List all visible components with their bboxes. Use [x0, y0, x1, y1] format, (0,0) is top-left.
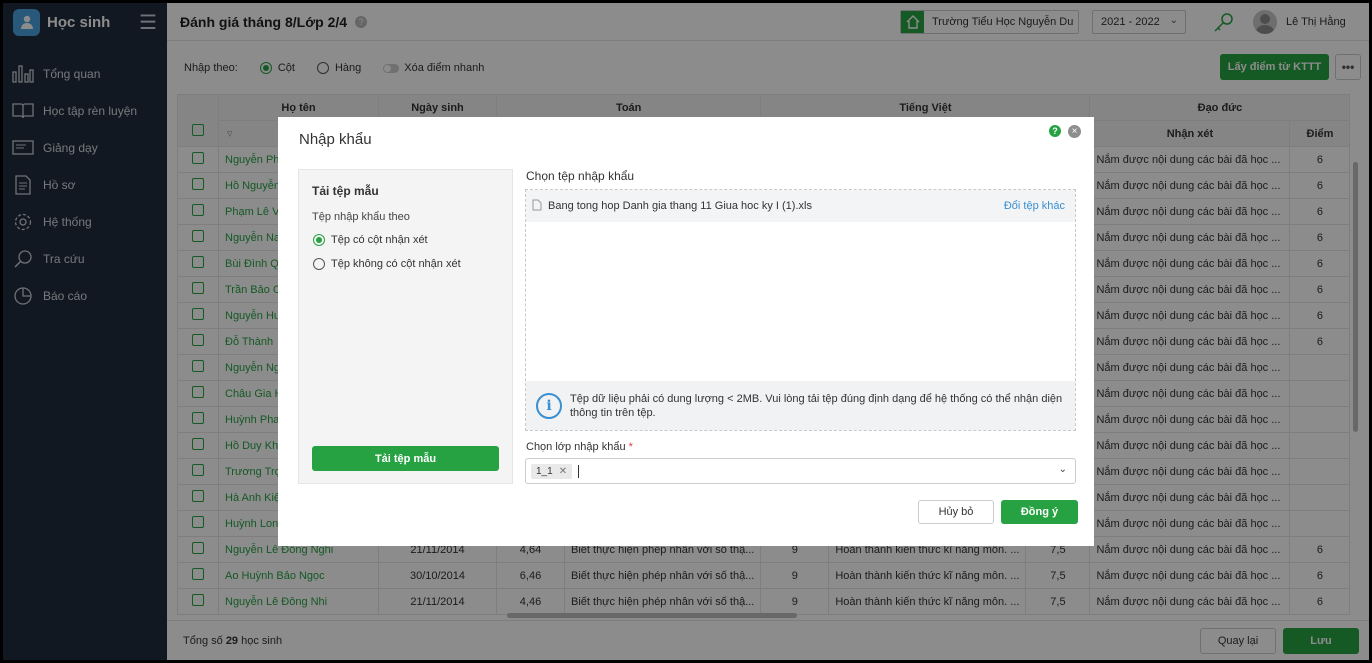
file-info-note: i Tệp dữ liệu phải có dung lượng < 2MB. … [526, 381, 1075, 430]
file-icon [532, 199, 542, 214]
download-template-button[interactable]: Tải tệp mẫu [312, 446, 499, 471]
class-select-label: Chọn lớp nhập khẩu * [526, 441, 633, 453]
remove-tag-icon[interactable]: ✕ [559, 466, 567, 477]
modal-title: Nhập khẩu [299, 131, 372, 148]
cancel-button[interactable]: Hủy bỏ [918, 500, 994, 524]
template-title: Tải tệp mẫu [312, 184, 379, 198]
class-tag: 1_1 ✕ [531, 463, 573, 479]
radio-without-comment[interactable]: Tệp không có cột nhận xét [313, 258, 461, 270]
radio-without-comment-label: Tệp không có cột nhận xét [331, 258, 461, 270]
class-tag-label: 1_1 [536, 465, 553, 477]
radio-unchecked-icon [313, 258, 325, 270]
change-file-link[interactable]: Đổi tệp khác [1004, 200, 1065, 212]
selected-file-row: Bang tong hop Danh gia thang 11 Giua hoc… [526, 190, 1075, 222]
chevron-down-icon[interactable]: ⌄ [1059, 464, 1067, 475]
file-drop-zone[interactable]: Bang tong hop Danh gia thang 11 Giua hoc… [525, 189, 1076, 431]
class-label-text: Chọn lớp nhập khẩu [526, 441, 626, 453]
choose-file-label: Chọn tệp nhập khẩu [526, 169, 635, 183]
required-mark: * [628, 441, 633, 453]
radio-with-comment-label: Tệp có cột nhận xét [331, 234, 428, 246]
help-icon[interactable]: ? [1049, 125, 1061, 137]
file-name: Bang tong hop Danh gia thang 11 Giua hoc… [548, 200, 812, 212]
text-caret [578, 464, 580, 478]
template-panel: Tải tệp mẫu Tệp nhập khẩu theo Tệp có cộ… [298, 169, 513, 484]
import-modal: Nhập khẩu ? × Tải tệp mẫu Tệp nhập khẩu … [278, 117, 1094, 546]
close-icon[interactable]: × [1068, 125, 1081, 138]
info-text: Tệp dữ liệu phải có dung lượng < 2MB. Vu… [570, 392, 1063, 419]
class-select[interactable]: 1_1 ✕ ⌄ [525, 458, 1076, 484]
info-icon: i [536, 392, 562, 419]
radio-checked-icon [313, 234, 325, 246]
import-by-label: Tệp nhập khẩu theo [312, 211, 410, 223]
radio-with-comment[interactable]: Tệp có cột nhận xét [313, 234, 428, 246]
confirm-button[interactable]: Đồng ý [1001, 500, 1078, 524]
